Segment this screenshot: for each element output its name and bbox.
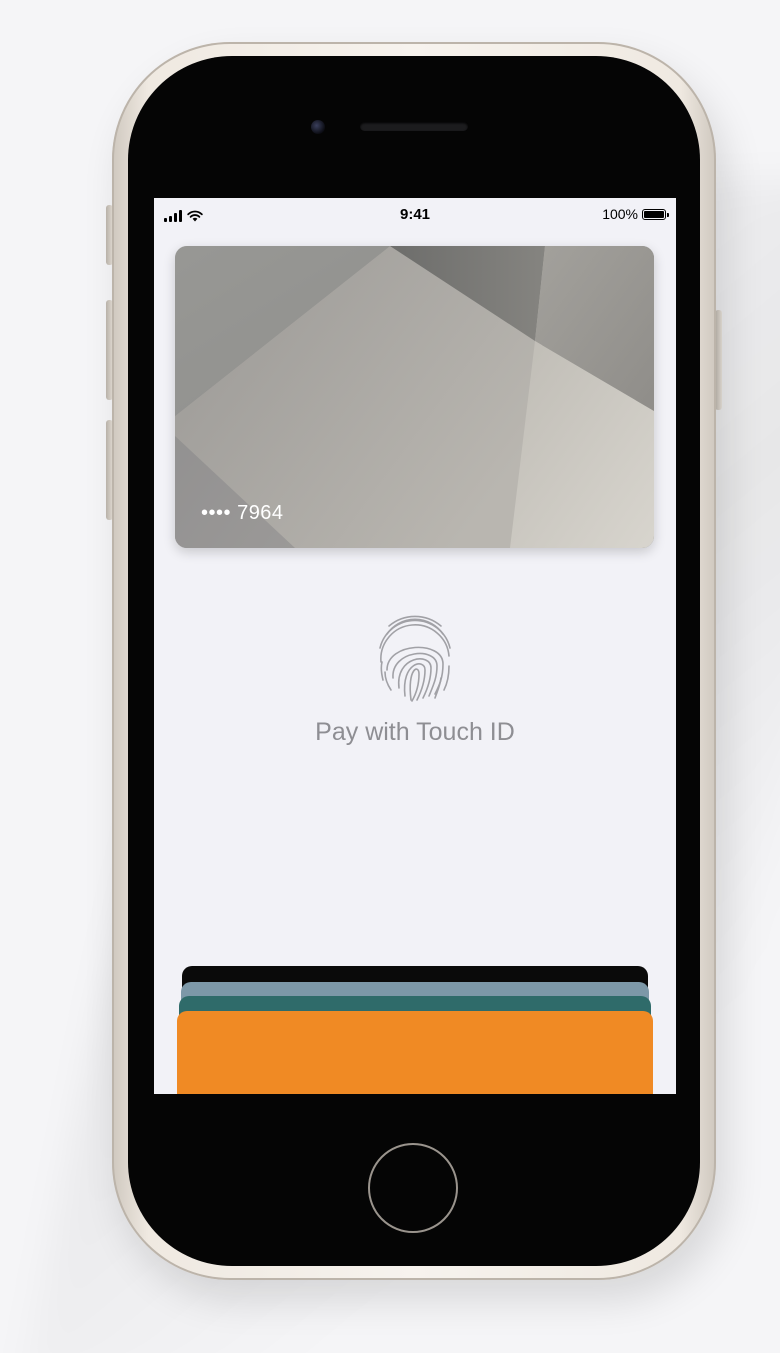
status-time: 9:41 (399, 206, 431, 223)
status-right: 100% (602, 206, 669, 222)
phone-screen: 9:41 100% •••• 7964 Pay with Touch ID (154, 198, 676, 1094)
earpiece-speaker (360, 122, 468, 131)
battery-icon (642, 208, 669, 220)
card-stack[interactable] (154, 958, 676, 1094)
payment-card[interactable]: •••• 7964 (175, 246, 654, 548)
battery-fill (644, 210, 664, 218)
pay-prompt-label: Pay with Touch ID (315, 718, 515, 746)
side-power-button (715, 310, 722, 410)
page: 9:41 100% •••• 7964 Pay with Touch ID (0, 0, 780, 1353)
battery-nub (667, 212, 669, 217)
battery-percent: 100% (602, 206, 638, 222)
card-number: •••• 7964 (201, 502, 284, 524)
front-camera (311, 120, 325, 134)
status-bar: 9:41 100% (154, 198, 676, 232)
fingerprint-icon[interactable] (365, 606, 465, 706)
stacked-card-orange[interactable] (177, 1011, 653, 1094)
home-button[interactable] (368, 1143, 458, 1233)
